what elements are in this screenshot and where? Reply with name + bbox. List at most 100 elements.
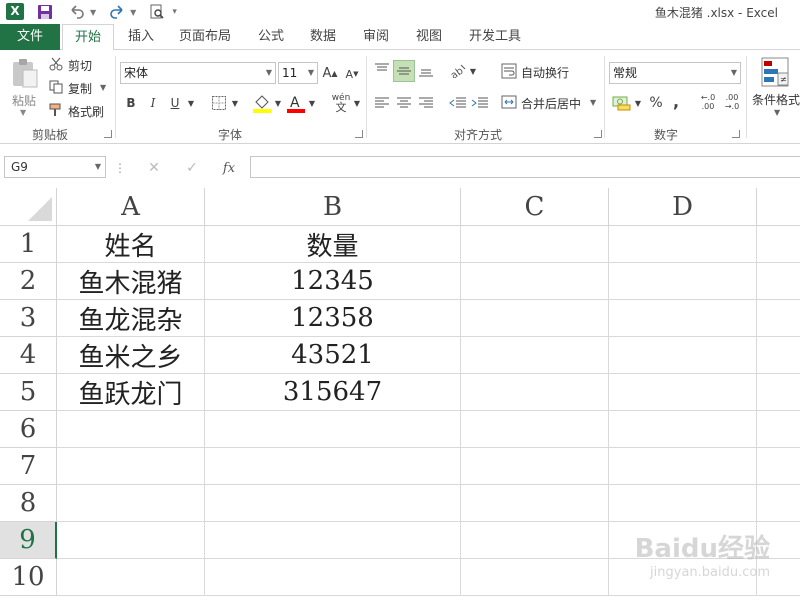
cell[interactable]: 315647	[205, 374, 461, 411]
font-size-dropdown-icon[interactable]: ▼	[308, 63, 314, 83]
number-format-dropdown-icon[interactable]: ▼	[731, 63, 737, 83]
cell[interactable]	[461, 263, 609, 300]
save-icon[interactable]	[36, 3, 54, 21]
cell[interactable]: 鱼龙混杂	[57, 300, 205, 337]
row-header-7[interactable]: 7	[0, 448, 57, 485]
tab-data[interactable]: 数据	[302, 24, 344, 50]
tab-view[interactable]: 视图	[408, 24, 450, 50]
cell[interactable]	[57, 522, 205, 559]
percent-button[interactable]: %	[648, 94, 664, 112]
row-header-4[interactable]: 4	[0, 337, 57, 374]
accounting-format-icon[interactable]	[611, 92, 633, 112]
cell[interactable]: 鱼木混猪	[57, 263, 205, 300]
name-box-dropdown-icon[interactable]: ▼	[95, 157, 101, 177]
cell[interactable]	[57, 485, 205, 522]
row-header-6[interactable]: 6	[0, 411, 57, 448]
comma-style-button[interactable]: ,	[670, 92, 682, 111]
select-all-button[interactable]	[0, 188, 57, 226]
tab-page-layout[interactable]: 页面布局	[172, 24, 238, 50]
phonetic-dropdown-icon[interactable]: ▼	[352, 96, 362, 110]
cell[interactable]	[757, 448, 800, 485]
merge-dropdown-icon[interactable]: ▼	[590, 98, 596, 107]
tab-developer[interactable]: 开发工具	[462, 24, 528, 50]
cell[interactable]	[609, 263, 757, 300]
accounting-dropdown-icon[interactable]: ▼	[633, 96, 643, 110]
cell[interactable]	[757, 411, 800, 448]
formula-input[interactable]	[250, 156, 800, 178]
row-header-9[interactable]: 9	[0, 522, 57, 559]
cell[interactable]	[609, 448, 757, 485]
wrap-text-icon[interactable]	[500, 62, 518, 80]
conditional-format-icon[interactable]: ≠	[760, 56, 790, 88]
cell[interactable]	[205, 448, 461, 485]
font-color-dropdown-icon[interactable]: ▼	[307, 96, 317, 110]
cell[interactable]	[57, 448, 205, 485]
cell[interactable]	[57, 411, 205, 448]
cell[interactable]	[461, 522, 609, 559]
fill-color-icon[interactable]	[252, 92, 272, 114]
cell[interactable]	[205, 559, 461, 596]
number-launcher-icon[interactable]	[732, 130, 740, 138]
row-header-3[interactable]: 3	[0, 300, 57, 337]
cell[interactable]	[461, 226, 609, 263]
font-name-dropdown-icon[interactable]: ▼	[266, 63, 272, 83]
top-align-icon[interactable]	[372, 60, 392, 80]
tab-insert[interactable]: 插入	[118, 24, 164, 50]
cell[interactable]	[757, 374, 800, 411]
cell[interactable]: 12345	[205, 263, 461, 300]
cell[interactable]: 姓名	[57, 226, 205, 263]
cell[interactable]	[757, 226, 800, 263]
customize-toolbar-icon[interactable]: ▾	[172, 7, 177, 17]
cell[interactable]	[461, 337, 609, 374]
paste-dropdown-icon[interactable]: ▼	[20, 108, 26, 117]
paste-icon[interactable]	[8, 56, 42, 90]
bottom-align-icon[interactable]	[416, 60, 436, 80]
formula-bar-handle-icon[interactable]: ⋮	[114, 160, 126, 176]
row-header-1[interactable]: 1	[0, 226, 57, 263]
alignment-launcher-icon[interactable]	[594, 130, 602, 138]
column-header-a[interactable]: A	[57, 188, 205, 226]
cell[interactable]	[461, 374, 609, 411]
cell[interactable]	[205, 411, 461, 448]
cell[interactable]	[609, 226, 757, 263]
redo-dropdown-icon[interactable]: ▼	[130, 8, 136, 17]
format-painter-button[interactable]: 格式刷	[68, 103, 104, 120]
undo-icon[interactable]	[68, 3, 86, 21]
cell[interactable]	[461, 448, 609, 485]
cell[interactable]	[757, 300, 800, 337]
cell[interactable]: 鱼跃龙门	[57, 374, 205, 411]
tab-formulas[interactable]: 公式	[250, 24, 292, 50]
orientation-icon[interactable]: ab	[448, 60, 468, 80]
merge-center-icon[interactable]	[500, 93, 518, 111]
merge-center-button[interactable]: 合并后居中	[521, 95, 581, 112]
cell[interactable]	[609, 337, 757, 374]
increase-decimal-icon[interactable]: ←.0.00	[697, 92, 719, 112]
clipboard-launcher-icon[interactable]	[104, 130, 112, 138]
bold-button[interactable]: B	[124, 94, 138, 112]
center-align-icon[interactable]	[394, 93, 414, 113]
underline-dropdown-icon[interactable]: ▼	[186, 96, 196, 110]
cell[interactable]: 43521	[205, 337, 461, 374]
font-size-combo[interactable]: 11 ▼	[278, 62, 318, 84]
column-header-c[interactable]: C	[461, 188, 609, 226]
font-launcher-icon[interactable]	[355, 130, 363, 138]
row-header-10[interactable]: 10	[0, 559, 57, 596]
orientation-dropdown-icon[interactable]: ▼	[468, 64, 478, 78]
insert-function-icon[interactable]: fx	[216, 158, 242, 178]
tab-home[interactable]: 开始	[62, 24, 114, 51]
row-header-8[interactable]: 8	[0, 485, 57, 522]
tab-review[interactable]: 审阅	[355, 24, 397, 50]
cell[interactable]	[609, 300, 757, 337]
borders-icon[interactable]	[210, 94, 228, 112]
cell[interactable]	[205, 522, 461, 559]
column-header-d[interactable]: D	[609, 188, 757, 226]
increase-font-size-icon[interactable]: A ▲	[322, 64, 338, 82]
print-preview-icon[interactable]	[148, 3, 166, 21]
cancel-entry-icon[interactable]: ✕	[142, 158, 166, 178]
italic-button[interactable]: I	[146, 94, 160, 112]
row-header-5[interactable]: 5	[0, 374, 57, 411]
cell[interactable]: 鱼米之乡	[57, 337, 205, 374]
cell[interactable]	[757, 263, 800, 300]
copy-dropdown-icon[interactable]: ▼	[100, 83, 106, 92]
cell[interactable]	[609, 374, 757, 411]
